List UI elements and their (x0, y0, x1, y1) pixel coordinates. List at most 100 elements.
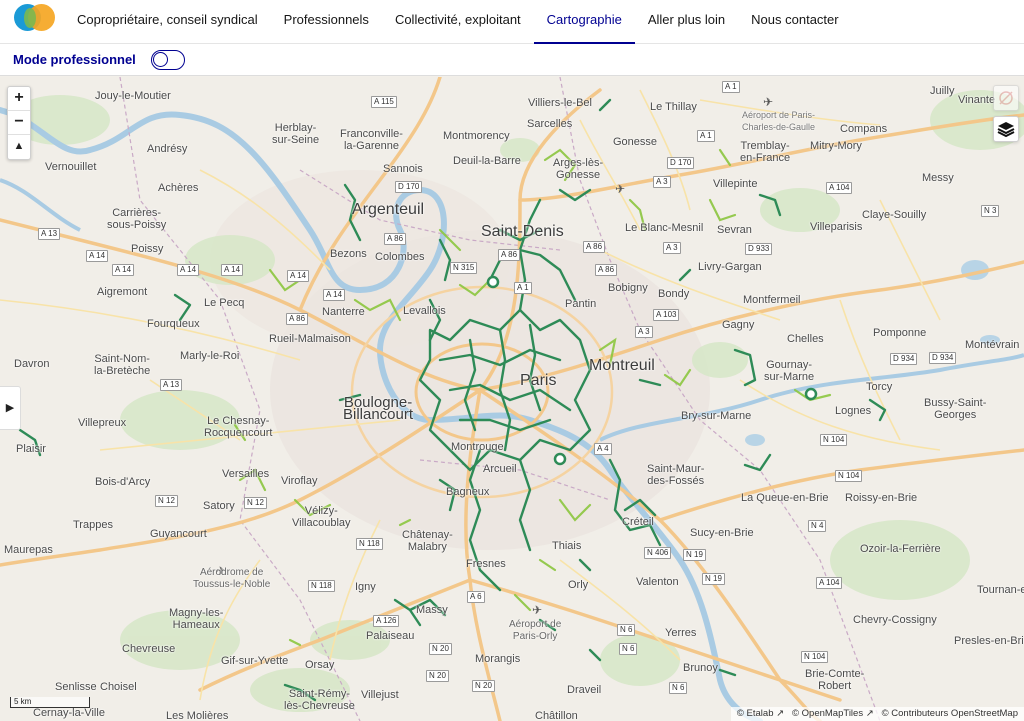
top-navigation: Copropriétaire, conseil syndical Profess… (0, 0, 1024, 44)
layers-icon (997, 122, 1015, 138)
site-logo[interactable] (14, 4, 56, 32)
place-label: Orsay (305, 659, 335, 671)
sidebar-expand-button[interactable]: ▶ (0, 386, 21, 430)
place-label: La Queue-en-Brie (741, 492, 829, 504)
road-shield: N 104 (801, 651, 829, 663)
place-label: Chelles (787, 333, 824, 345)
road-shield: A 126 (373, 615, 400, 627)
road-shield: A 14 (287, 270, 310, 282)
place-label: Igny (355, 581, 376, 593)
zoom-controls: + − ▲ (7, 86, 31, 160)
mode-professionnel-label: Mode professionnel (13, 52, 136, 67)
place-label: Bry-sur-Marne (681, 410, 752, 422)
place-label: Sannois (383, 163, 423, 175)
place-label: Le Chesnay- Rocquencourt (204, 415, 273, 439)
svg-text:✈: ✈ (763, 95, 773, 109)
road-shield: A 14 (221, 264, 244, 276)
road-shield: N 118 (308, 580, 335, 592)
road-shield: N 19 (702, 573, 725, 585)
place-label: Saint-Rémy- lès-Chevreuse (284, 688, 355, 712)
road-shield: A 1 (722, 81, 740, 93)
place-label: Boulogne- Billancourt (343, 394, 414, 423)
road-shield: A 14 (177, 264, 200, 276)
place-label: Maurepas (4, 544, 53, 556)
road-shield: D 934 (929, 352, 957, 364)
place-label: Villepinte (713, 178, 758, 190)
layers-button[interactable] (993, 116, 1019, 142)
place-label: Bois-d'Arcy (95, 476, 151, 488)
toggle-knob (153, 52, 168, 67)
place-label: Valenton (636, 576, 679, 588)
place-label: Tremblay- en-France (740, 140, 791, 164)
road-shield: N 6 (617, 624, 636, 636)
nav-item-professionnels[interactable]: Professionnels (271, 0, 382, 44)
attribution-etalab-link[interactable]: © Etalab (737, 708, 774, 719)
place-label: Châtillon (535, 710, 578, 721)
nav-item-cartographie[interactable]: Cartographie (533, 0, 635, 44)
place-label: Bussy-Saint- Georges (924, 397, 987, 421)
attribution-openmaptiles-link[interactable]: © OpenMapTiles (792, 708, 863, 719)
zoom-in-button[interactable]: + (8, 87, 30, 111)
place-label: Senlisse (55, 681, 97, 693)
place-label: Deuil-la-Barre (453, 155, 521, 167)
no-location-button[interactable] (993, 85, 1019, 111)
road-shield: N 6 (669, 682, 688, 694)
nav-item-collectivite[interactable]: Collectivité, exploitant (382, 0, 534, 44)
place-label: Châtenay- Malabry (402, 529, 453, 553)
place-label: Fresnes (466, 558, 506, 570)
place-label: Franconville- la-Garenne (340, 128, 403, 152)
svg-text:✈: ✈ (532, 603, 542, 617)
road-shield: N 4 (808, 520, 827, 532)
place-label: Palaiseau (366, 630, 415, 642)
place-label: Ozoir-la-Ferrière (860, 543, 941, 555)
place-label: Poissy (131, 243, 164, 255)
road-shield: D 933 (745, 243, 773, 255)
road-shield: D 170 (667, 157, 695, 169)
place-label: Chevry-Cossigny (853, 614, 937, 626)
road-shield: N 19 (683, 549, 706, 561)
place-label: Bondy (658, 288, 690, 300)
place-label: Le Blanc-Mesnil (625, 222, 704, 234)
road-shield: N 406 (644, 547, 672, 559)
place-label: Montreuil (589, 357, 655, 374)
place-label: Colombes (375, 251, 425, 263)
road-shield: A 3 (653, 176, 671, 188)
place-label: Fourqueux (147, 318, 200, 330)
attribution-osm-link[interactable]: © Contributeurs OpenStreetMap (882, 708, 1018, 719)
place-label: Gonesse (613, 136, 658, 148)
place-label: Villeparisis (810, 221, 863, 233)
road-shield: A 14 (86, 250, 109, 262)
road-shield: A 103 (653, 309, 680, 321)
place-label: Gagny (722, 319, 755, 331)
road-shield: N 6 (619, 643, 638, 655)
chevron-right-icon: ▶ (5, 402, 15, 414)
zoom-out-button[interactable]: − (8, 111, 30, 135)
place-label: Rueil-Malmaison (269, 333, 351, 345)
road-shield: N 118 (356, 538, 383, 550)
road-shield: A 86 (498, 249, 521, 261)
road-shield: N 20 (426, 670, 449, 682)
place-label: Sevran (717, 224, 752, 236)
nav-item-coproprietaire[interactable]: Copropriétaire, conseil syndical (64, 0, 271, 44)
place-label: Vernouillet (45, 161, 97, 173)
place-label: Aéroport de Paris- Charles-de-Gaulle (742, 110, 816, 132)
place-label: Gournay- sur-Marne (764, 359, 815, 383)
nav-item-aller-plus-loin[interactable]: Aller plus loin (635, 0, 738, 44)
road-shield: A 13 (160, 379, 183, 391)
place-label: Marly-le-Roi (180, 350, 240, 362)
place-label: Brie-Comte- Robert (805, 668, 865, 692)
road-shield: A 4 (594, 443, 612, 455)
place-label: Aéroport de Paris-Orly (509, 619, 562, 642)
nav-item-nous-contacter[interactable]: Nous contacter (738, 0, 851, 44)
road-shield: A 86 (595, 264, 618, 276)
place-label: Chevreuse (122, 643, 176, 655)
place-label: Lognes (835, 405, 872, 417)
mode-professionnel-toggle[interactable] (151, 50, 185, 70)
place-label: Bezons (330, 248, 367, 260)
map-canvas[interactable]: ✈ ✈ ✈ ✈ Jouy-le-Moutier Herblay- sur-Sei… (0, 77, 1024, 721)
road-shield: D 934 (890, 353, 918, 365)
place-label: Versailles (222, 468, 270, 480)
road-shield: A 3 (635, 326, 653, 338)
place-label: Vélizy- Villacoublay (292, 505, 351, 529)
compass-north-button[interactable]: ▲ (8, 135, 30, 159)
